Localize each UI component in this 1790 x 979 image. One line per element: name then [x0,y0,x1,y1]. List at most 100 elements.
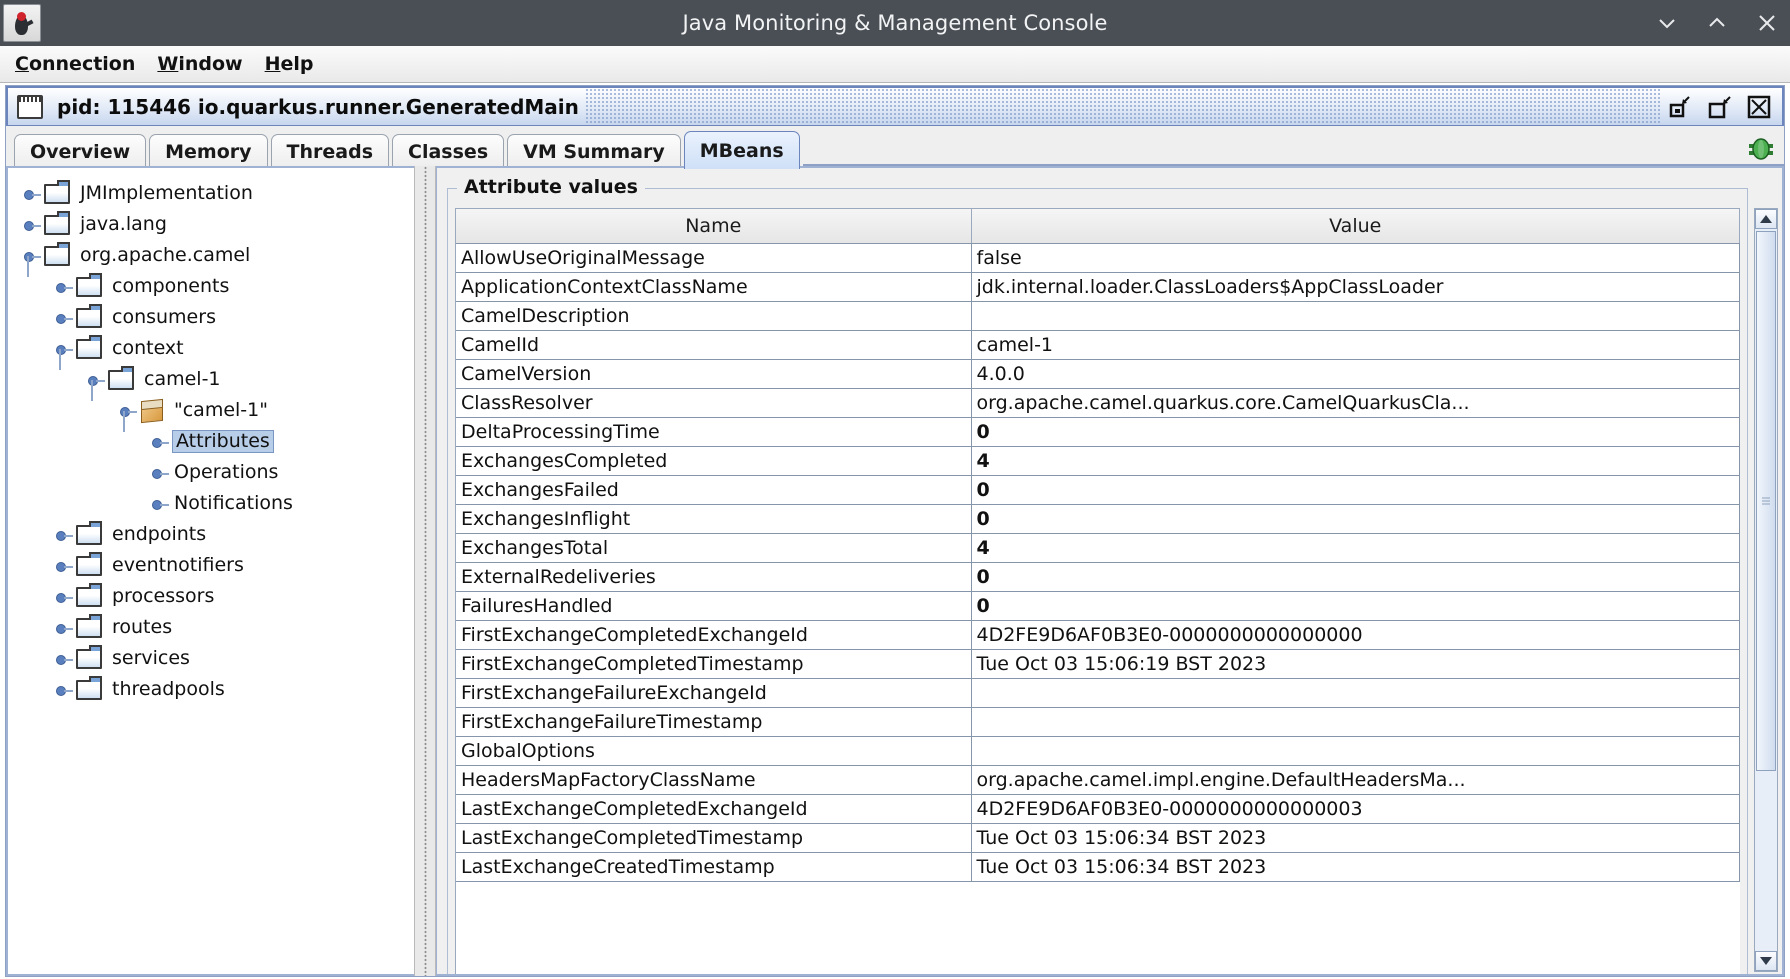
table-row[interactable]: AllowUseOriginalMessage false [456,243,1740,273]
tree-expand-handle-icon[interactable] [22,184,42,204]
attribute-name-cell[interactable]: DeltaProcessingTime [456,417,972,447]
table-row[interactable]: FirstExchangeFailureTimestamp [456,707,1740,737]
table-row[interactable]: LastExchangeCompletedExchangeId 4D2FE9D6A… [456,794,1740,824]
table-row[interactable]: ApplicationContextClassName jdk.internal.… [456,272,1740,302]
tree-node-consumers[interactable]: consumers [22,302,414,333]
table-row[interactable]: ExchangesFailed 0 [456,475,1740,505]
table-row[interactable]: DeltaProcessingTime 0 [456,417,1740,447]
tree-collapse-handle-icon[interactable] [54,339,74,370]
close-button[interactable] [1754,10,1780,36]
table-row[interactable]: CamelVersion 4.0.0 [456,359,1740,389]
attribute-name-cell[interactable]: FirstExchangeCompletedExchangeId [456,620,972,650]
tree-expand-handle-icon[interactable] [54,525,74,545]
tab-mbeans[interactable]: MBeans [683,131,800,169]
attribute-value-cell[interactable]: Tue Oct 03 15:06:19 BST 2023 [971,649,1740,679]
attribute-value-cell[interactable]: camel-1 [971,330,1740,360]
attribute-name-cell[interactable]: ClassResolver [456,388,972,418]
iframe-minimize-button[interactable] [1666,94,1692,120]
attribute-value-cell[interactable]: 4D2FE9D6AF0B3E0-0000000000000003 [971,794,1740,824]
attribute-table-wrapper[interactable]: Name Value AllowUseOriginalMessage false A… [455,208,1740,974]
tree-expand-handle-icon[interactable] [54,587,74,607]
minimize-button[interactable] [1654,10,1680,36]
attribute-value-cell[interactable] [971,736,1740,766]
scroll-thumb[interactable] [1756,231,1776,771]
attribute-name-cell[interactable]: GlobalOptions [456,736,972,766]
table-row[interactable]: FirstExchangeFailureExchangeId [456,678,1740,708]
table-row[interactable]: FirstExchangeCompletedTimestamp Tue Oct 0… [456,649,1740,679]
attribute-name-cell[interactable]: ExchangesInflight [456,504,972,534]
menu-help[interactable]: Help [256,51,323,77]
tree-node-threadpools[interactable]: threadpools [22,674,414,705]
tree-node-components[interactable]: components [22,271,414,302]
tree-node-camel-1[interactable]: "camel-1" [22,395,414,432]
attribute-name-cell[interactable]: ExchangesFailed [456,475,972,505]
attribute-value-cell[interactable]: Tue Oct 03 15:06:34 BST 2023 [971,823,1740,853]
tree-node-endpoints[interactable]: endpoints [22,519,414,550]
iframe-close-button[interactable] [1746,94,1772,120]
tree-expand-handle-icon[interactable] [54,308,74,328]
attribute-value-cell[interactable] [971,678,1740,708]
tree-collapse-handle-icon[interactable] [118,401,138,432]
tab-threads[interactable]: Threads [270,134,390,168]
iframe-maximize-button[interactable] [1706,94,1732,120]
attribute-vertical-scrollbar[interactable] [1754,208,1778,972]
attribute-value-cell[interactable]: jdk.internal.loader.ClassLoaders$AppClas… [971,272,1740,302]
column-header-value[interactable]: Value [971,209,1740,244]
table-row[interactable]: FailuresHandled 0 [456,591,1740,621]
attribute-name-cell[interactable]: FirstExchangeFailureExchangeId [456,678,972,708]
attribute-value-cell[interactable]: 4.0.0 [971,359,1740,389]
table-row[interactable]: ClassResolver org.apache.camel.quarkus.co… [456,388,1740,418]
tree-node-org.apache.camel[interactable]: org.apache.camel [22,240,414,277]
attribute-value-cell[interactable]: org.apache.camel.quarkus.core.CamelQuark… [971,388,1740,418]
table-row[interactable]: LastExchangeCompletedTimestamp Tue Oct 03… [456,823,1740,853]
column-header-name[interactable]: Name [456,209,972,244]
tree-expand-handle-icon[interactable] [150,463,170,483]
attribute-name-cell[interactable]: LastExchangeCompletedExchangeId [456,794,972,824]
tree-node-routes[interactable]: routes [22,612,414,643]
internal-frame-titlebar[interactable]: pid: 115446 io.quarkus.runner.GeneratedM… [6,86,1784,126]
attribute-value-cell[interactable]: false [971,243,1740,273]
attribute-value-cell[interactable]: 0 [971,417,1740,447]
maximize-button[interactable] [1704,10,1730,36]
attribute-value-cell[interactable]: 4 [971,533,1740,563]
attribute-name-cell[interactable]: ExchangesTotal [456,533,972,563]
attribute-name-cell[interactable]: HeadersMapFactoryClassName [456,765,972,795]
attribute-name-cell[interactable]: CamelDescription [456,301,972,331]
attribute-name-cell[interactable]: LastExchangeCompletedTimestamp [456,823,972,853]
tree-expand-handle-icon[interactable] [22,215,42,235]
table-row[interactable]: ExchangesInflight 0 [456,504,1740,534]
tree-expand-handle-icon[interactable] [54,277,74,297]
tree-node-jmimplementation[interactable]: JMImplementation [22,178,414,209]
scroll-up-arrow-icon[interactable] [1755,209,1777,229]
attribute-value-cell[interactable]: 0 [971,475,1740,505]
tree-expand-handle-icon[interactable] [54,649,74,669]
attribute-name-cell[interactable]: ExchangesCompleted [456,446,972,476]
tree-node-operations[interactable]: Operations [22,457,414,488]
table-row[interactable]: LastExchangeCreatedTimestamp Tue Oct 03 1… [456,852,1740,882]
table-row[interactable]: ExchangesCompleted 4 [456,446,1740,476]
split-divider[interactable] [414,166,436,976]
mbean-tree-pane[interactable]: JMImplementation java.lang org.apache.came… [6,166,414,976]
attribute-value-cell[interactable]: 0 [971,504,1740,534]
attribute-value-cell[interactable] [971,707,1740,737]
attribute-name-cell[interactable]: FailuresHandled [456,591,972,621]
tree-expand-handle-icon[interactable] [54,556,74,576]
tree-node-attributes[interactable]: Attributes [22,426,414,457]
tree-expand-handle-icon[interactable] [54,618,74,638]
attribute-value-cell[interactable]: Tue Oct 03 15:06:34 BST 2023 [971,852,1740,882]
table-row[interactable]: HeadersMapFactoryClassName org.apache.cam… [456,765,1740,795]
attribute-name-cell[interactable]: FirstExchangeCompletedTimestamp [456,649,972,679]
attribute-value-cell[interactable]: org.apache.camel.impl.engine.DefaultHead… [971,765,1740,795]
attribute-name-cell[interactable]: AllowUseOriginalMessage [456,243,972,273]
tab-overview[interactable]: Overview [14,134,147,168]
attribute-value-cell[interactable]: 0 [971,591,1740,621]
tree-node-camel-1[interactable]: camel-1 [22,364,414,401]
scroll-down-arrow-icon[interactable] [1755,951,1777,971]
tree-node-processors[interactable]: processors [22,581,414,612]
attribute-name-cell[interactable]: ExternalRedeliveries [456,562,972,592]
tree-expand-handle-icon[interactable] [150,432,170,452]
tree-node-java.lang[interactable]: java.lang [22,209,414,240]
attribute-value-cell[interactable] [971,301,1740,331]
tree-expand-handle-icon[interactable] [54,680,74,700]
tree-collapse-handle-icon[interactable] [22,246,42,277]
